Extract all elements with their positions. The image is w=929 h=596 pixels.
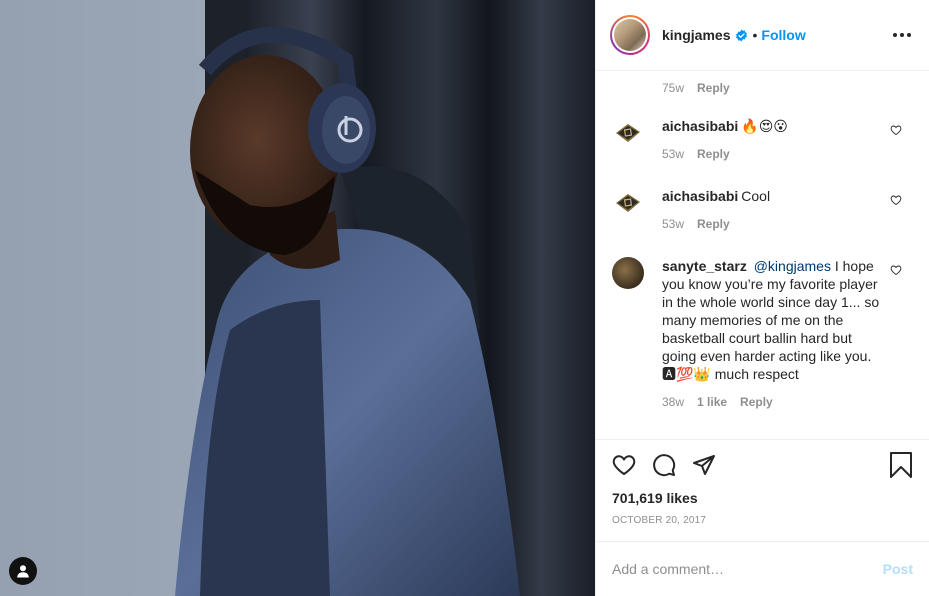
reply-button[interactable]: Reply xyxy=(697,81,730,95)
author-username[interactable]: kingjames xyxy=(662,27,730,43)
like-comment-heart-icon[interactable] xyxy=(890,263,902,279)
comment-text: I hope you know you’re my favorite playe… xyxy=(662,258,880,382)
comments-list[interactable]: 75w Reply aichasibabi 🔥😍😮 53w Reply aich… xyxy=(596,71,929,439)
action-icons-row xyxy=(612,450,913,480)
post-actions: 701,619 likes October 20, 2017 xyxy=(596,439,929,526)
user-icon xyxy=(17,565,29,578)
like-comment-heart-icon[interactable] xyxy=(890,193,902,209)
comment-time: 53w xyxy=(662,147,685,161)
commenter-avatar[interactable] xyxy=(612,187,644,219)
reply-button[interactable]: Reply xyxy=(697,217,730,231)
post-photo[interactable] xyxy=(0,0,595,596)
like-comment-heart-icon[interactable] xyxy=(890,123,902,139)
caption-meta: 75w Reply xyxy=(662,81,730,95)
commenter-username[interactable]: aichasibabi xyxy=(662,188,738,204)
commenter-username[interactable]: sanyte_starz xyxy=(662,258,747,274)
comment-text: Cool xyxy=(741,188,771,204)
comment-likes-link[interactable]: 1 like xyxy=(697,395,727,409)
comment-time: 53w xyxy=(662,217,685,231)
tagged-users-button[interactable] xyxy=(9,557,37,585)
separator-dot: • xyxy=(752,27,758,43)
post-viewer: kingjames • Follow 75w Reply aichasibabi… xyxy=(0,0,929,596)
bookmark-icon[interactable] xyxy=(889,452,913,478)
more-options-icon[interactable] xyxy=(889,29,915,41)
commenter-username[interactable]: aichasibabi xyxy=(662,118,738,134)
follow-button[interactable]: Follow xyxy=(761,27,805,43)
post-likes-count[interactable]: 701,619 likes xyxy=(612,490,913,506)
post-comment-button[interactable]: Post xyxy=(883,561,913,577)
post-date: October 20, 2017 xyxy=(612,515,707,526)
reply-button[interactable]: Reply xyxy=(740,395,773,409)
comment-text: 🔥😍😮 xyxy=(741,118,788,134)
comment-meta: 53w Reply xyxy=(662,147,882,161)
reply-button[interactable]: Reply xyxy=(697,147,730,161)
like-heart-icon[interactable] xyxy=(612,453,636,477)
author-avatar[interactable] xyxy=(610,15,650,55)
comment-item: sanyte_starz @kingjames I hope you know … xyxy=(612,257,914,409)
comment-meta: 38w 1 like Reply xyxy=(662,395,882,409)
share-plane-icon[interactable] xyxy=(692,453,716,477)
comment-item: aichasibabi 🔥😍😮 53w Reply xyxy=(612,117,914,161)
comment-input[interactable] xyxy=(612,561,883,577)
comment-bubble-icon[interactable] xyxy=(652,453,676,477)
comment-mention-link[interactable]: @kingjames xyxy=(754,258,831,274)
comment-composer: Post xyxy=(596,541,929,596)
photo-illustration xyxy=(0,0,595,596)
commenter-avatar[interactable] xyxy=(612,257,644,289)
comment-meta: 53w Reply xyxy=(662,217,882,231)
comment-time: 38w xyxy=(662,395,685,409)
post-side-panel: kingjames • Follow 75w Reply aichasibabi… xyxy=(595,0,929,596)
comment-time: 75w xyxy=(662,81,685,95)
verified-badge-icon xyxy=(735,29,748,42)
commenter-avatar[interactable] xyxy=(612,117,644,149)
post-header: kingjames • Follow xyxy=(596,0,929,71)
comment-item: aichasibabi Cool 53w Reply xyxy=(612,187,914,231)
